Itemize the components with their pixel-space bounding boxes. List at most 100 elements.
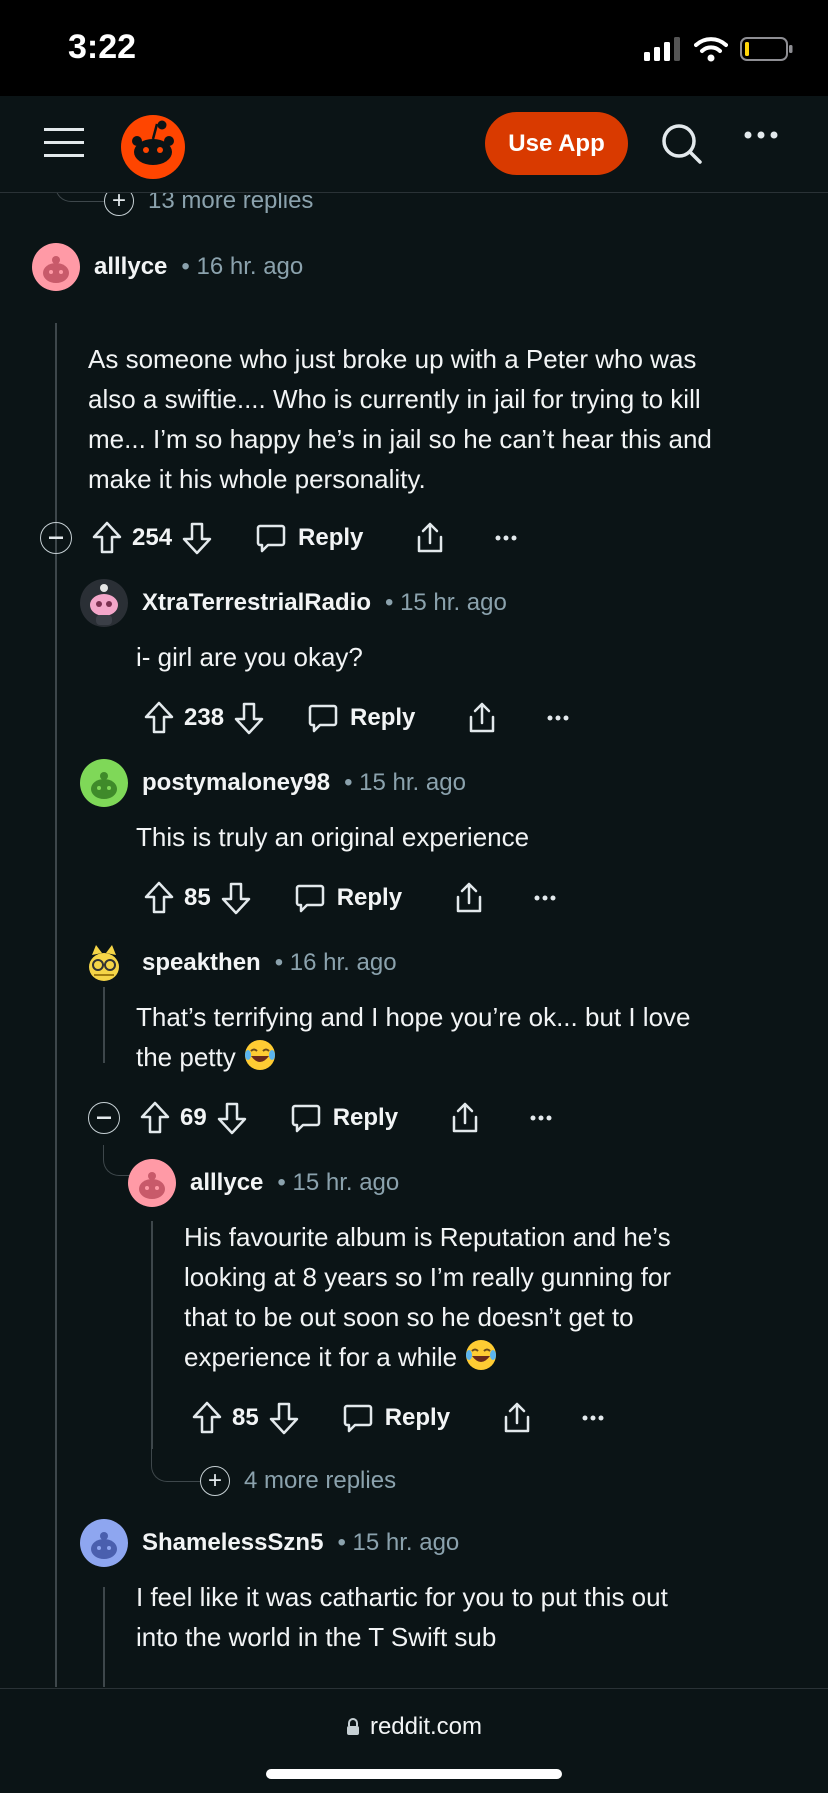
ellipsis-icon[interactable] [547,715,569,721]
url-text: reddit.com [369,1713,483,1740]
comment-thread: + 13 more replies alllyce • 16 hr. ago A… [0,193,828,1687]
search-icon[interactable] [660,122,704,166]
comment-line: that to be out soon so he doesn’t get to [184,1302,634,1332]
arrow-up-icon[interactable] [140,1101,170,1135]
wifi-icon [694,37,728,62]
snoo-avatar-icon [90,584,118,625]
ellipsis-icon[interactable] [530,1115,552,1121]
avatar[interactable] [80,1519,128,1567]
arrow-up-icon[interactable] [92,521,122,555]
comment-line: I feel like it was cathartic for you to … [136,1582,668,1612]
reply-label: Reply [298,524,364,551]
reply-button[interactable]: Reply [291,1103,398,1133]
ellipsis-icon[interactable] [495,535,517,541]
share-icon[interactable] [415,521,445,555]
status-time: 3:22 [68,28,137,66]
comment-header: speakthen • 16 hr. ago [80,939,397,987]
collapse-thread-button[interactable] [40,522,72,554]
arrow-up-icon[interactable] [144,701,174,735]
ellipsis-icon[interactable] [534,895,556,901]
username[interactable]: alllyce [94,253,167,281]
arrow-down-icon[interactable] [217,1101,247,1135]
reply-button[interactable]: Reply [308,703,415,733]
reply-button[interactable]: Reply [295,883,402,913]
home-indicator[interactable] [266,1769,562,1779]
timestamp: • 16 hr. ago [274,949,397,976]
snoo-avatar-icon [91,772,117,799]
use-app-button[interactable]: Use App [485,112,628,175]
reply-label: Reply [384,1404,451,1431]
browser-bottom-bar: reddit.com [0,1688,828,1793]
vote-controls: 69 [140,1101,247,1135]
timestamp: • 15 hr. ago [277,1169,400,1196]
username[interactable]: speakthen [142,949,261,977]
reply-button[interactable]: Reply [256,523,363,553]
comment-header: alllyce • 16 hr. ago [32,243,303,291]
more-replies-link[interactable]: + 4 more replies [200,1466,396,1496]
url-bar[interactable]: reddit.com [0,1713,828,1741]
vote-score: 85 [184,884,211,911]
speech-bubble-icon [291,1104,320,1133]
more-replies-link[interactable]: + 13 more replies [104,193,313,216]
thread-line [151,1221,153,1449]
vote-score: 69 [180,1104,207,1131]
timestamp-value: 16 hr. ago [196,253,304,280]
minus-circle-icon [97,1116,111,1119]
comment-body: i- girl are you okay? [136,637,363,677]
share-icon[interactable] [454,881,484,915]
collapse-thread-button[interactable] [88,1102,120,1134]
share-icon[interactable] [467,701,497,735]
snoo-avatar-icon [139,1172,165,1199]
avatar[interactable] [80,579,128,627]
avatar[interactable] [32,243,80,291]
signal-icon [644,37,680,61]
share-icon[interactable] [502,1401,532,1435]
arrow-up-icon[interactable] [144,881,174,915]
speech-bubble-icon [343,1404,372,1433]
reply-label: Reply [336,884,403,911]
username[interactable]: postymaloney98 [142,769,330,797]
comment-actions: 69 Reply [88,1098,552,1138]
vote-controls: 85 [192,1401,299,1435]
vote-controls: 238 [144,701,264,735]
more-options-icon[interactable] [744,130,778,140]
comment-line: His favourite album is Reputation and he… [184,1222,671,1252]
comment-body: That’s terrifying and I hope you’re ok..… [136,997,691,1077]
thread-line [55,193,104,202]
comment-body: I feel like it was cathartic for you to … [136,1577,668,1657]
arrow-down-icon[interactable] [234,701,264,735]
timestamp: • 15 hr. ago [337,1529,460,1556]
avatar[interactable] [80,939,128,987]
username[interactable]: alllyce [190,1169,263,1197]
lock-icon [346,1718,359,1735]
username[interactable]: XtraTerrestrialRadio [142,589,371,617]
comment-line: This is truly an original experience [136,822,530,852]
arrow-down-icon[interactable] [182,521,212,555]
comment-line: into the world in the T Swift sub [136,1622,497,1652]
comment-line: That’s terrifying and I hope you’re ok..… [136,1002,691,1032]
ellipsis-icon[interactable] [582,1415,604,1421]
comment-line: also a swiftie.... Who is currently in j… [88,384,701,414]
speech-bubble-icon [308,704,338,733]
timestamp-value: 16 hr. ago [289,949,397,976]
more-replies-label: 13 more replies [148,193,314,214]
arrow-up-icon[interactable] [192,1401,222,1435]
comment-line: looking at 8 years so I’m really gunning… [184,1262,672,1292]
avatar[interactable] [128,1159,176,1207]
comment-line: me... I’m so happy he’s in jail so he ca… [88,424,712,454]
hamburger-menu-icon[interactable] [44,126,84,160]
comment-actions: 85 Reply [144,878,556,918]
avatar[interactable] [80,759,128,807]
status-bar: 3:22 [0,0,828,96]
username[interactable]: ShamelessSzn5 [142,1529,323,1557]
share-icon[interactable] [450,1101,480,1135]
arrow-down-icon[interactable] [269,1401,299,1435]
timestamp: • 15 hr. ago [344,769,466,796]
arrow-down-icon[interactable] [221,881,251,915]
top-navbar: Use App [0,96,828,193]
reply-button[interactable]: Reply [343,1403,450,1433]
timestamp: • 16 hr. ago [181,253,304,280]
reddit-logo-icon[interactable] [120,114,186,180]
comment-actions: 254 Reply [40,518,517,558]
comment-line-wrap: the petty [136,1037,691,1077]
